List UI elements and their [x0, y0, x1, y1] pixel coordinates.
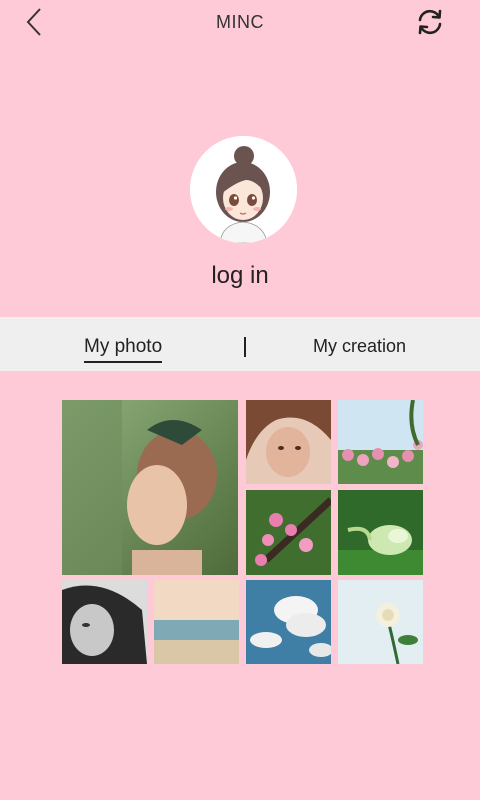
login-link[interactable]: log in	[0, 262, 480, 290]
photo-image	[62, 400, 238, 575]
tab-my-creation[interactable]: My creation	[313, 336, 406, 357]
photo-image	[246, 490, 331, 575]
girl-headscarf-photo[interactable]	[62, 400, 238, 575]
photo-image	[338, 490, 423, 575]
photo-image	[246, 580, 331, 664]
pink-blossom-branch-photo[interactable]	[246, 490, 331, 575]
tab-my-photo-label: My photo	[84, 336, 163, 357]
avatar[interactable]	[190, 136, 297, 243]
tab-my-photo[interactable]: My photo	[84, 336, 163, 363]
cartoon-girl-avatar-icon	[190, 136, 297, 243]
white-rose-photo[interactable]	[338, 580, 423, 664]
app-title: MINC	[216, 12, 264, 32]
tab-bar: My photo My creation	[0, 317, 480, 371]
photo-image	[338, 400, 423, 484]
bw-portrait-photo[interactable]	[62, 580, 147, 664]
top-bar: MINC	[0, 0, 480, 44]
tab-my-creation-label: My creation	[313, 336, 407, 356]
refresh-button[interactable]	[414, 6, 446, 38]
photo-image	[338, 580, 423, 664]
photo-image	[154, 580, 239, 664]
photo-image	[246, 400, 331, 484]
sea-horizon-photo[interactable]	[154, 580, 239, 664]
active-tab-underline	[84, 361, 163, 363]
tab-divider	[244, 337, 246, 357]
girl-lying-photo[interactable]	[246, 400, 331, 484]
pink-flowers-sky-photo[interactable]	[338, 400, 423, 484]
clouds-sky-photo[interactable]	[246, 580, 331, 664]
green-bud-photo[interactable]	[338, 490, 423, 575]
photo-image	[62, 580, 147, 664]
refresh-icon	[418, 9, 442, 35]
